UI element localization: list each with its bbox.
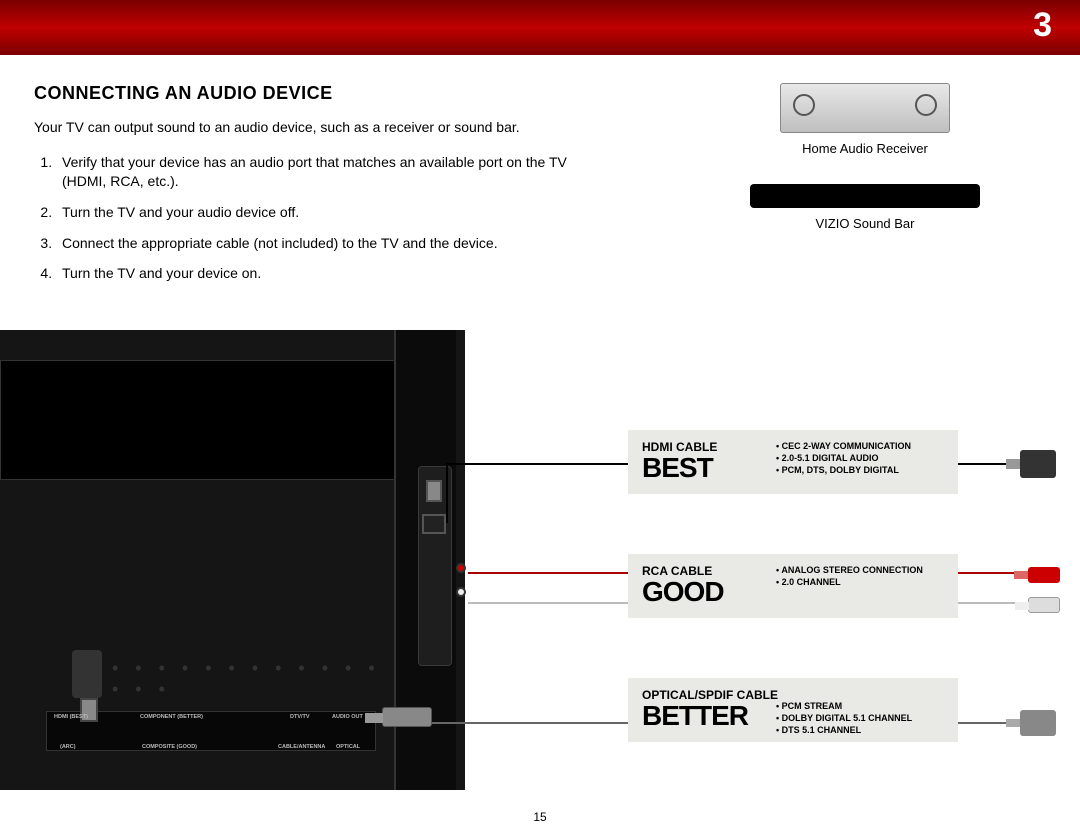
cable-hdmi-b1: CEC 2-WAY COMMUNICATION: [776, 440, 911, 452]
bp-composite: COMPOSITE (GOOD): [142, 744, 197, 750]
page-number-footer: 15: [533, 810, 546, 824]
right-column: Home Audio Receiver VIZIO Sound Bar: [604, 83, 1046, 295]
cable-opt-b1: PCM STREAM: [776, 700, 912, 712]
step-3: Connect the appropriate cable (not inclu…: [56, 234, 604, 253]
rca-red-port-icon: [456, 563, 466, 573]
cable-rca-b2: 2.0 CHANNEL: [776, 576, 923, 588]
page-number-header: 3: [1033, 6, 1052, 45]
cable-rca-bullets: ANALOG STEREO CONNECTION 2.0 CHANNEL: [776, 564, 923, 588]
cable-rca-box: RCA CABLE GOOD ANALOG STEREO CONNECTION …: [628, 554, 958, 618]
step-2: Turn the TV and your audio device off.: [56, 203, 604, 222]
bp-dtv: DTV/TV: [290, 714, 310, 720]
cable-opt-b2: DOLBY DIGITAL 5.1 CHANNEL: [776, 712, 912, 724]
bp-component: COMPONENT (BETTER): [140, 714, 203, 720]
step-1: Verify that your device has an audio por…: [56, 153, 604, 191]
left-column: CONNECTING AN AUDIO DEVICE Your TV can o…: [34, 83, 604, 295]
hdmi-port-icon: [422, 514, 446, 534]
bp-hdmi: HDMI (BEST): [54, 714, 88, 720]
intro-text: Your TV can output sound to an audio dev…: [34, 118, 604, 137]
tv-panel: [0, 360, 410, 480]
rca-white-connector-icon: [1028, 597, 1060, 613]
cable-hdmi-bullets: CEC 2-WAY COMMUNICATION 2.0-5.1 DIGITAL …: [776, 440, 911, 476]
wire-hdmi-v: [446, 463, 448, 523]
cable-optical-box: OPTICAL/SPDIF CABLE BETTER PCM STREAM DO…: [628, 678, 958, 742]
cable-hdmi-box: HDMI CABLE BEST CEC 2-WAY COMMUNICATION …: [628, 430, 958, 494]
receiver-icon: [780, 83, 950, 133]
steps-list: Verify that your device has an audio por…: [34, 153, 604, 283]
section-title: CONNECTING AN AUDIO DEVICE: [34, 83, 604, 104]
hdmi-dangling-plug-icon: [72, 650, 102, 698]
content: CONNECTING AN AUDIO DEVICE Your TV can o…: [0, 55, 1080, 295]
cable-labels-column: HDMI CABLE BEST CEC 2-WAY COMMUNICATION …: [628, 430, 958, 802]
optical-plug-icon: [382, 707, 432, 727]
bp-optical: OPTICAL: [336, 744, 360, 750]
rca-white-port-icon: [456, 587, 466, 597]
usb-port-icon: [426, 480, 442, 502]
bp-cable: CABLE/ANTENNA: [278, 744, 325, 750]
hdmi-connector-icon: [1020, 450, 1056, 478]
bp-audio: AUDIO OUT: [332, 714, 363, 720]
cable-hdmi-b2: 2.0-5.1 DIGITAL AUDIO: [776, 452, 911, 464]
header-bar: 3: [0, 0, 1080, 55]
bp-arc: (ARC): [60, 744, 76, 750]
vent-holes-icon: [112, 658, 382, 680]
receiver-label: Home Audio Receiver: [684, 141, 1046, 156]
soundbar-label: VIZIO Sound Bar: [684, 216, 1046, 231]
step-4: Turn the TV and your device on.: [56, 264, 604, 283]
rca-red-connector-icon: [1028, 567, 1060, 583]
cable-rca-b1: ANALOG STEREO CONNECTION: [776, 564, 923, 576]
cable-opt-b3: DTS 5.1 CHANNEL: [776, 724, 912, 736]
optical-connector-icon: [1020, 710, 1056, 736]
soundbar-icon: [750, 184, 980, 208]
cable-hdmi-b3: PCM, DTS, DOLBY DIGITAL: [776, 464, 911, 476]
cable-optical-bullets: PCM STREAM DOLBY DIGITAL 5.1 CHANNEL DTS…: [776, 700, 912, 736]
